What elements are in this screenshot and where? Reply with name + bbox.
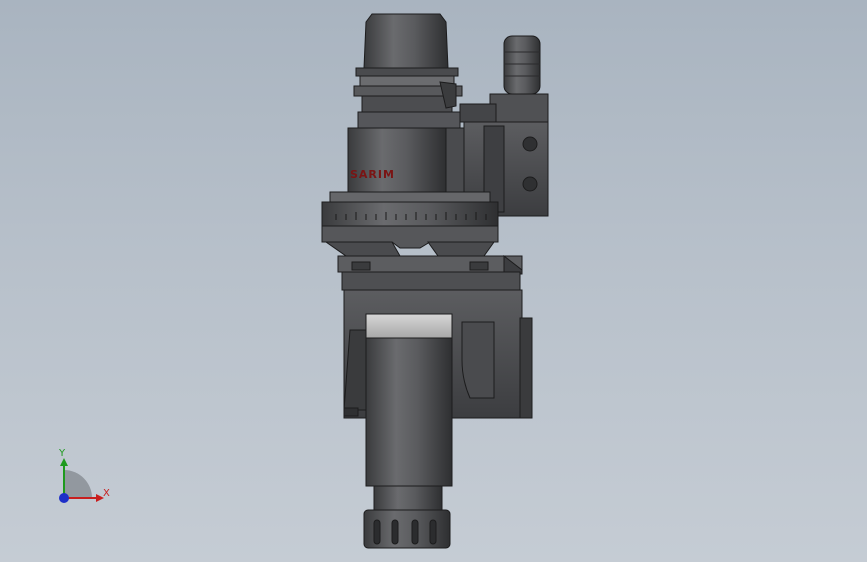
collet-nut-top <box>373 485 443 511</box>
brand-label: SARIM <box>350 168 395 181</box>
triad-arc <box>64 470 92 498</box>
x-axis-label: X <box>103 488 110 499</box>
spindle-cap <box>365 313 453 339</box>
flange-support <box>324 241 401 257</box>
coolant-nozzle <box>503 35 541 95</box>
stop-block-top <box>489 93 549 123</box>
spindle-shoulder <box>461 321 495 399</box>
taper-shank <box>363 13 449 69</box>
shank-groove-2 <box>359 75 455 87</box>
head-small-tab <box>343 407 359 417</box>
spindle-housing <box>365 335 453 487</box>
z-axis <box>59 493 69 503</box>
y-axis-label: Y <box>58 448 66 459</box>
main-housing <box>347 127 447 193</box>
stop-block-cap <box>459 103 497 123</box>
shank-neck <box>361 95 453 113</box>
stop-screw-top <box>522 136 538 152</box>
cad-viewport[interactable]: SARIM X Y <box>0 0 867 562</box>
housing-side-block <box>445 127 465 193</box>
angle-ring <box>321 201 499 227</box>
shank-groove-1 <box>355 67 459 77</box>
shank-lower-ring <box>357 111 461 129</box>
head-side-plate <box>519 317 533 419</box>
base-screw-left <box>351 261 371 271</box>
orientation-triad: X Y <box>58 448 110 503</box>
flange-support-right <box>427 241 495 257</box>
y-axis-arrow <box>60 458 68 466</box>
tool-holder-model[interactable]: SARIM <box>321 13 549 549</box>
stop-screw-bottom <box>522 176 538 192</box>
angle-ring-top <box>329 191 491 203</box>
head-body-top <box>341 271 521 291</box>
base-screw-right <box>469 261 489 271</box>
